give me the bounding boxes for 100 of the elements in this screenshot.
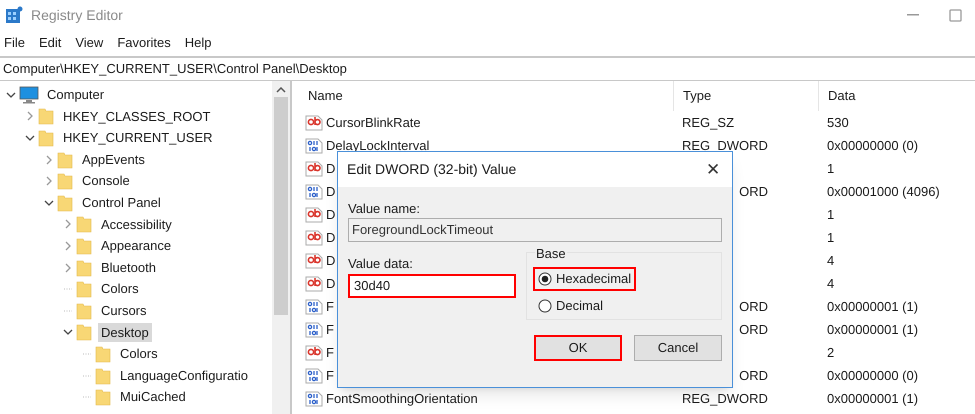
tree-item[interactable]: Console [79,171,133,191]
string-value-icon [305,344,323,361]
value-name[interactable]: F [326,296,334,316]
folder-icon [38,128,54,147]
folder-icon [76,302,92,320]
binary-value-icon [305,321,323,338]
value-type: ORD [739,298,768,314]
tree-item[interactable]: Control Panel [79,193,164,213]
folder-icon [38,107,54,126]
tree-item[interactable]: Colors [98,279,142,299]
value-data: 0x00000000 (0) [827,138,918,153]
menu-item[interactable]: View [75,33,104,53]
value-data: 1 [827,230,834,245]
value-data: 1 [827,160,834,176]
computer-icon [19,86,39,104]
value-type: ORD [739,184,768,199]
binary-value-icon [305,298,323,315]
value-type: ORD [739,322,768,337]
value-name[interactable]: F [326,342,334,362]
tree-item[interactable]: Computer [44,85,108,105]
tree-item[interactable]: AppEvents [79,150,148,170]
value-name[interactable]: D [326,250,336,270]
string-value-icon [305,229,323,246]
field-label: Value data: [348,255,414,272]
binary-value-icon [305,183,323,200]
value-name[interactable]: D [326,228,336,248]
column-header[interactable]: Type [683,86,712,106]
folder-icon [95,388,111,406]
radio-icon[interactable] [538,272,552,286]
tree-item[interactable]: Colors [117,344,161,364]
menu-item[interactable]: Favorites [117,33,171,53]
folder-icon [76,280,92,298]
value-name[interactable]: D [326,182,336,202]
tree-item[interactable]: Desktop [98,322,152,342]
string-value-icon [305,114,323,131]
app-icon [5,6,23,24]
folder-icon [57,194,73,212]
menu-item[interactable]: Edit [38,33,62,53]
value-name[interactable]: F [326,320,334,340]
menu-item[interactable]: Help [184,33,212,53]
value-name[interactable]: D [326,158,336,178]
radio-option[interactable]: Hexadecimal [533,267,636,291]
scrollbar[interactable] [272,81,290,414]
dialog-button[interactable]: OK [534,335,622,361]
tree-item[interactable]: Accessibility [98,214,175,234]
value-name[interactable]: F [326,366,334,386]
tree-item[interactable]: Appearance [98,236,174,256]
minimize-icon[interactable] [907,14,919,16]
tree-item[interactable]: HKEY_CLASSES_ROOT [60,106,214,126]
value-data: 4 [827,276,834,291]
value-type: REG_DWORD [682,390,768,406]
maximize-icon[interactable] [949,8,962,22]
value-name[interactable]: D [326,274,336,294]
dialog-title: Edit DWORD (32-bit) Value [347,160,518,179]
folder-icon [57,150,73,169]
radio-option[interactable]: Decimal [533,294,608,318]
window-title: Registry Editor [31,6,123,25]
folder-icon [95,366,111,385]
value-type: REG_DWORD [682,138,768,153]
radio-icon[interactable] [538,299,552,313]
value-data: 0x00000001 (1) [827,298,918,314]
string-value-icon [305,275,323,292]
column-header[interactable]: Data [828,86,856,106]
value-data: 0x00000000 (0) [827,368,918,383]
value-data: 4 [827,252,834,268]
tree-item[interactable]: HKEY_CURRENT_USER [60,128,216,148]
value-data: 530 [827,114,849,130]
tree-item[interactable]: MuiCached [117,387,189,407]
binary-value-icon [305,137,323,154]
close-button[interactable]: ✕ [706,156,720,182]
folder-icon [76,215,92,234]
dialog-button[interactable]: Cancel [634,335,722,361]
folder-icon [76,236,92,255]
value-data: 0x00000001 (1) [827,390,918,406]
tree-item[interactable]: Cursors [98,300,150,320]
value-type: REG_SZ [682,114,734,130]
tree-item[interactable]: Bluetooth [98,258,159,278]
folder-icon [57,172,73,190]
tree-item[interactable]: LanguageConfiguratio [117,366,251,386]
field-label: Value name: [348,200,422,217]
binary-value-icon [305,390,323,407]
value-type: ORD [739,368,768,383]
value-name[interactable]: D [326,204,336,224]
folder-icon [76,258,92,277]
value-data-field[interactable]: 30d40 [348,274,516,298]
string-value-icon [305,252,323,269]
address-bar[interactable]: Computer\HKEY_CURRENT_USER\Control Panel\Desktop [3,59,347,79]
value-data: 1 [827,206,834,222]
folder-icon [95,344,111,363]
value-name[interactable]: DelayLockInterval [326,136,430,156]
folder-icon [76,323,92,342]
value-name[interactable]: CursorBlinkRate [326,112,421,132]
column-header[interactable]: Name [308,86,343,106]
scroll-thumb[interactable] [274,97,288,315]
string-value-icon [305,160,323,177]
value-name[interactable]: FontSmoothingOrientation [326,388,478,408]
value-data: 2 [827,344,834,360]
menu-item[interactable]: File [4,33,25,53]
binary-value-icon [305,367,323,384]
scroll-up-icon[interactable] [276,87,286,93]
